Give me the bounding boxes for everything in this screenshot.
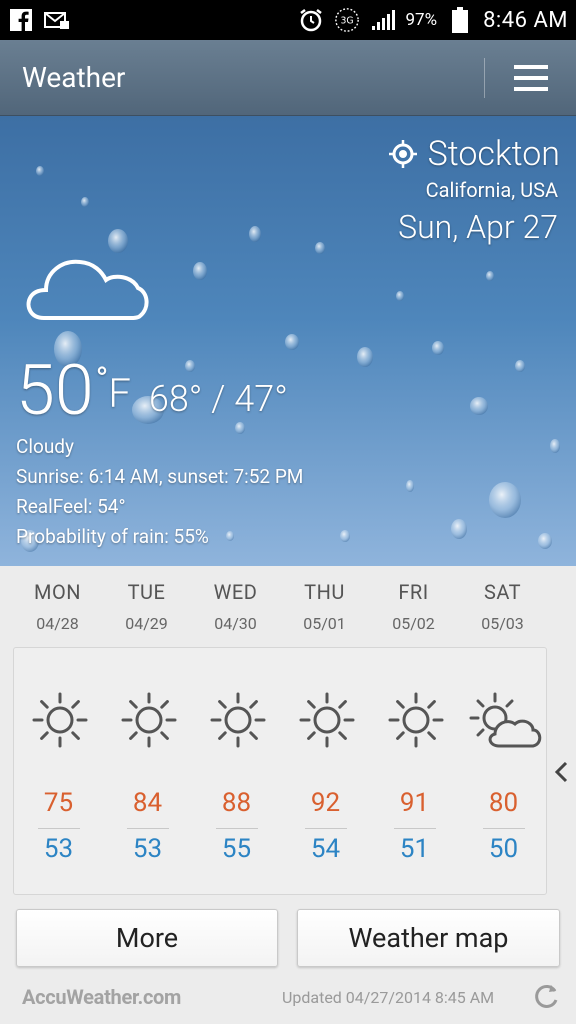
footer: AccuWeather.com Updated 04/27/2014 8:45 … (0, 975, 576, 1024)
alarm-icon (298, 7, 324, 33)
forecast-day[interactable]: 80 50 (459, 648, 548, 896)
signal-icon (370, 7, 396, 33)
network-3g-icon: 3G (334, 7, 360, 33)
forecast-day[interactable]: 84 53 (103, 648, 192, 896)
high-temp: 88 (221, 788, 252, 818)
day-name: THU (304, 580, 345, 604)
email-notification-icon (44, 7, 70, 33)
accuweather-logo[interactable]: AccuWeather.com (22, 985, 181, 1009)
status-bar: 3G 97% 8:46 AM (0, 0, 576, 40)
condition: Cloudy (16, 435, 75, 458)
app-title: Weather (22, 61, 126, 94)
divider (394, 828, 436, 829)
day-date: 04/28 (36, 614, 79, 633)
weather-map-button[interactable]: Weather map (297, 909, 560, 967)
day-name: WED (213, 580, 258, 604)
forecast-day[interactable]: 91 51 (370, 648, 459, 896)
battery-icon (447, 7, 473, 33)
day-name: TUE (127, 580, 166, 604)
location-row[interactable]: Stockton (388, 134, 560, 174)
sunrise-sunset: Sunrise: 6:14 AM, sunset: 7:52 PM (16, 465, 304, 488)
day-header: THU 05/01 (280, 580, 369, 640)
cloud-icon (26, 259, 149, 320)
low-temp: 50 (488, 834, 519, 864)
temperature-unit: F (108, 370, 131, 417)
low-temp: 53 (132, 834, 163, 864)
current-temperature: 50 (16, 350, 94, 432)
day-header: SAT 05/03 (458, 580, 547, 640)
day-date: 04/30 (214, 614, 257, 633)
clock: 8:46 AM (483, 7, 568, 33)
rain-probability: Probability of rain: 55% (16, 525, 209, 548)
day-header: FRI 05/02 (369, 580, 458, 640)
forecast-day[interactable]: 88 55 (192, 648, 281, 896)
day-date: 05/02 (392, 614, 435, 633)
current-date: Sun, Apr 27 (398, 208, 558, 246)
high-temp: 80 (488, 788, 519, 818)
refresh-icon[interactable] (531, 981, 561, 1011)
day-date: 05/01 (303, 614, 346, 633)
current-weather-panel: Stockton California, USA Sun, Apr 27 50 … (0, 116, 576, 566)
day-header: MON 04/28 (13, 580, 102, 640)
forecast-day[interactable]: 75 53 (14, 648, 103, 896)
day-header: WED 04/30 (191, 580, 280, 640)
forecast-day-headers: MON 04/28 TUE 04/29 WED 04/30 THU 05/01 FRI 0… (0, 580, 576, 640)
low-temp: 55 (221, 834, 252, 864)
sun-icon (388, 692, 444, 748)
sun-icon (299, 692, 355, 748)
divider (484, 58, 485, 98)
high-temp: 75 (43, 788, 74, 818)
current-temperature-row: 50 ° F 68° / 47° (16, 356, 288, 426)
updated-timestamp: Updated 04/27/2014 8:45 AM (282, 988, 495, 1007)
divider (127, 828, 169, 829)
degree-symbol: ° (95, 360, 109, 400)
day-header: TUE 04/29 (102, 580, 191, 640)
high-temp: 84 (132, 788, 163, 818)
location-target-icon (388, 140, 417, 168)
region: California, USA (425, 178, 558, 202)
day-name: FRI (398, 580, 429, 604)
more-button[interactable]: More (16, 909, 278, 967)
forecast-day[interactable]: 92 54 (281, 648, 370, 896)
high-low: 68° / 47° (148, 378, 288, 420)
divider (216, 828, 258, 829)
day-name: MON (34, 580, 81, 604)
divider (38, 828, 80, 829)
divider (483, 828, 525, 829)
low-temp: 53 (43, 834, 74, 864)
low-temp: 51 (399, 834, 430, 864)
partly-cloudy-icon (469, 692, 542, 748)
divider (305, 828, 347, 829)
day-date: 05/03 (481, 614, 524, 633)
realfeel: RealFeel: 54° (16, 495, 126, 518)
high-temp: 92 (310, 788, 341, 818)
city-name: Stockton (427, 134, 560, 174)
day-date: 04/29 (125, 614, 168, 633)
svg-text:3G: 3G (340, 16, 353, 27)
sun-icon (121, 692, 177, 748)
hamburger-menu-icon[interactable] (502, 56, 560, 100)
action-bar: Weather (0, 40, 576, 116)
low-temp: 54 (310, 834, 341, 864)
forecast-panel[interactable]: 75 53 84 53 88 55 92 54 91 51 80 50 (13, 647, 547, 895)
facebook-icon (8, 7, 34, 33)
sun-icon (210, 692, 266, 748)
high-temp: 91 (399, 788, 430, 818)
battery-percent: 97% (405, 10, 438, 30)
day-name: SAT (483, 580, 522, 604)
sun-icon (32, 692, 88, 748)
chevron-left-icon[interactable] (552, 760, 572, 784)
weather-details: Cloudy Sunrise: 6:14 AM, sunset: 7:52 PM… (16, 432, 303, 552)
